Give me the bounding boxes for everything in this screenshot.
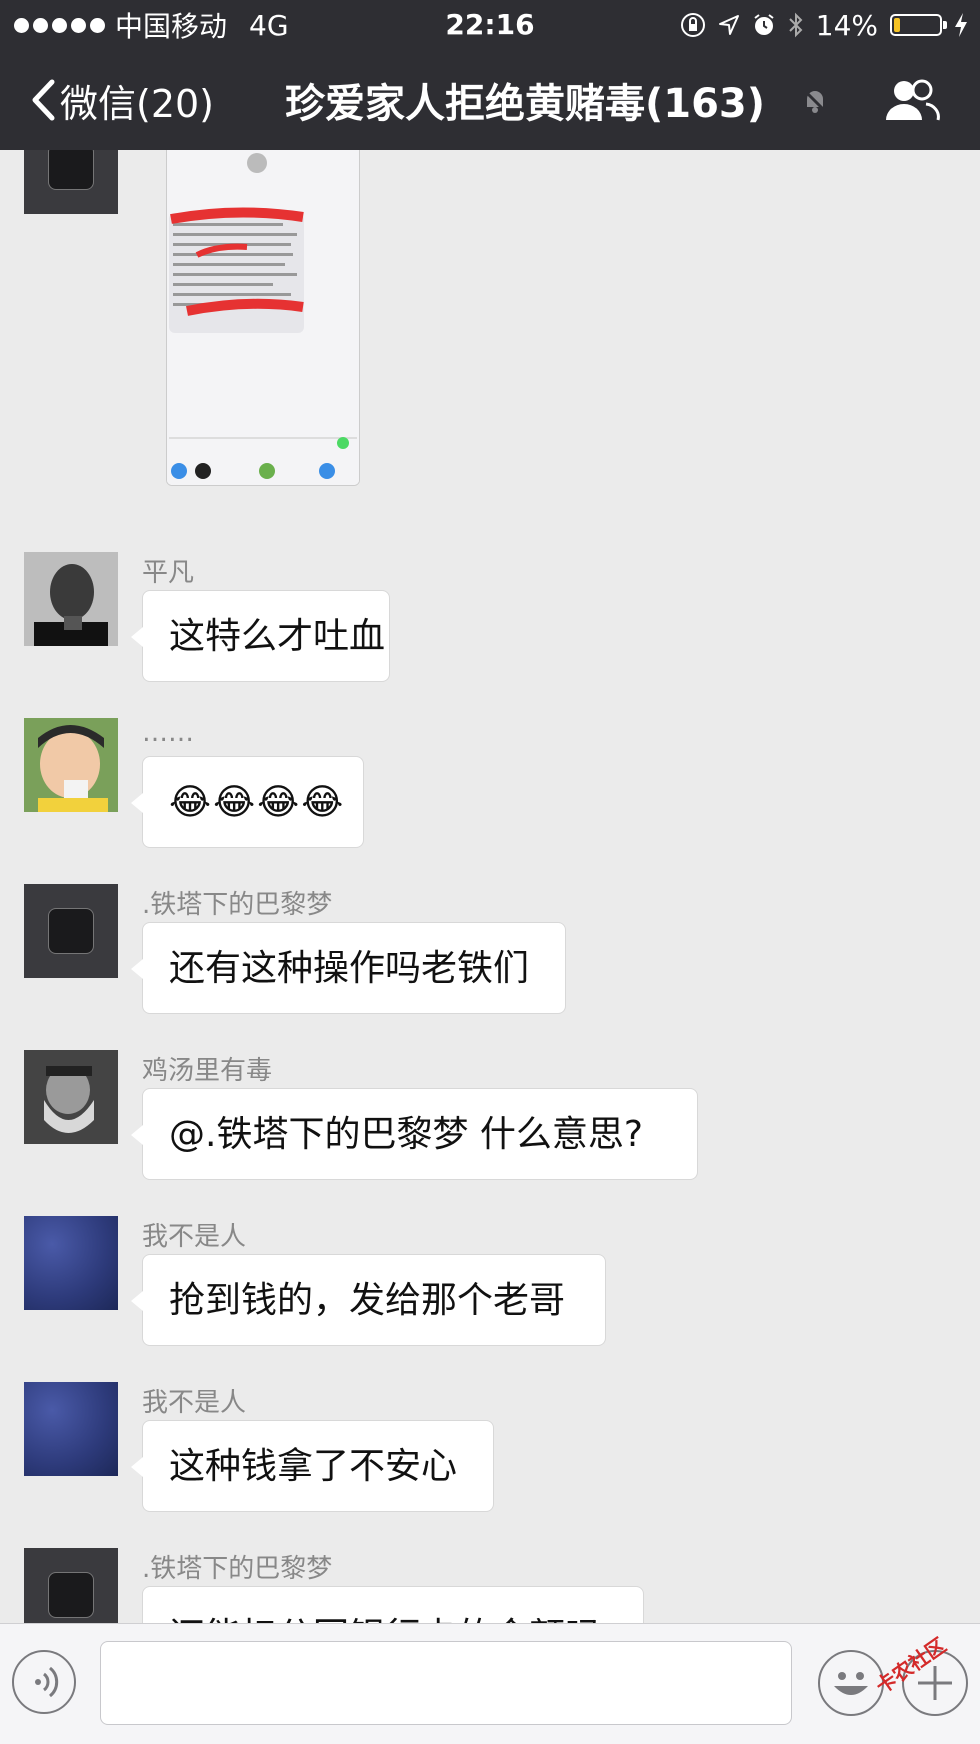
location-icon	[718, 15, 739, 35]
rotation-lock-icon	[680, 13, 705, 37]
sender-name: .铁塔下的巴黎梦	[142, 1554, 333, 1584]
alarm-icon	[754, 14, 774, 35]
screenshot-thumbnail	[167, 150, 359, 485]
status-bar: 中国移动 4G 22:16 14%	[0, 0, 980, 50]
mute-bell-icon	[802, 88, 828, 114]
avatar[interactable]	[24, 1050, 118, 1144]
message-bubble[interactable]: 抢到钱的，发给那个老哥	[131, 1254, 606, 1346]
group-members-icon[interactable]	[884, 78, 940, 122]
input-bar	[0, 1623, 980, 1744]
bluetooth-icon	[789, 12, 803, 38]
back-button[interactable]: 微信(20)	[30, 50, 214, 150]
message-bubble[interactable]: @.铁塔下的巴黎梦 什么意思?	[131, 1088, 698, 1180]
smiley-icon	[834, 1672, 868, 1695]
avatar[interactable]	[24, 1548, 118, 1623]
chevron-left-icon	[32, 79, 55, 121]
avatar[interactable]	[24, 1216, 118, 1310]
chat-title: 珍爱家人拒绝黄赌毒(163)	[284, 81, 766, 127]
voice-wave-icon	[35, 1666, 59, 1698]
sender-name: 我不是人	[142, 1222, 247, 1252]
avatar[interactable]	[24, 1382, 118, 1476]
message-bubble[interactable]: 这特么才吐血	[131, 590, 390, 682]
sender-name: ……	[142, 718, 194, 748]
voice-input-button[interactable]	[12, 1650, 76, 1714]
avatar[interactable]	[24, 718, 118, 812]
message-bubble[interactable]: 这种钱拿了不安心	[131, 1420, 494, 1512]
speaker-icon	[48, 908, 94, 954]
sender-name: .铁塔下的巴黎梦	[142, 890, 333, 920]
sender-name: 我不是人	[142, 1388, 247, 1418]
nav-bar: 微信(20) 珍爱家人拒绝黄赌毒(163)	[0, 50, 980, 150]
speaker-icon	[48, 150, 94, 190]
avatar[interactable]	[24, 884, 118, 978]
message-input[interactable]	[100, 1641, 792, 1725]
avatar[interactable]	[24, 150, 118, 214]
sender-name: 平凡	[142, 558, 195, 588]
sender-name: 鸡汤里有毒	[142, 1056, 273, 1086]
image-attachment[interactable]	[166, 150, 360, 486]
message-bubble[interactable]: 还有这种操作吗老铁们	[131, 922, 566, 1014]
avatar[interactable]	[24, 552, 118, 646]
speaker-icon	[48, 1572, 94, 1618]
battery-icon	[890, 14, 947, 36]
message-bubble[interactable]: 还能扣分回银行卡的金额吗	[142, 1586, 644, 1623]
chat-area[interactable]: 平凡 这特么才吐血 …… 😂😂😂😂 .铁塔下的巴黎梦 还有这种操作吗老铁们 鸡汤…	[0, 150, 980, 1623]
message-bubble[interactable]: 😂😂😂😂	[131, 756, 364, 848]
battery-percent: 14%	[815, 8, 878, 42]
back-label: 微信(20)	[60, 81, 215, 126]
charging-bolt-icon	[955, 13, 967, 37]
